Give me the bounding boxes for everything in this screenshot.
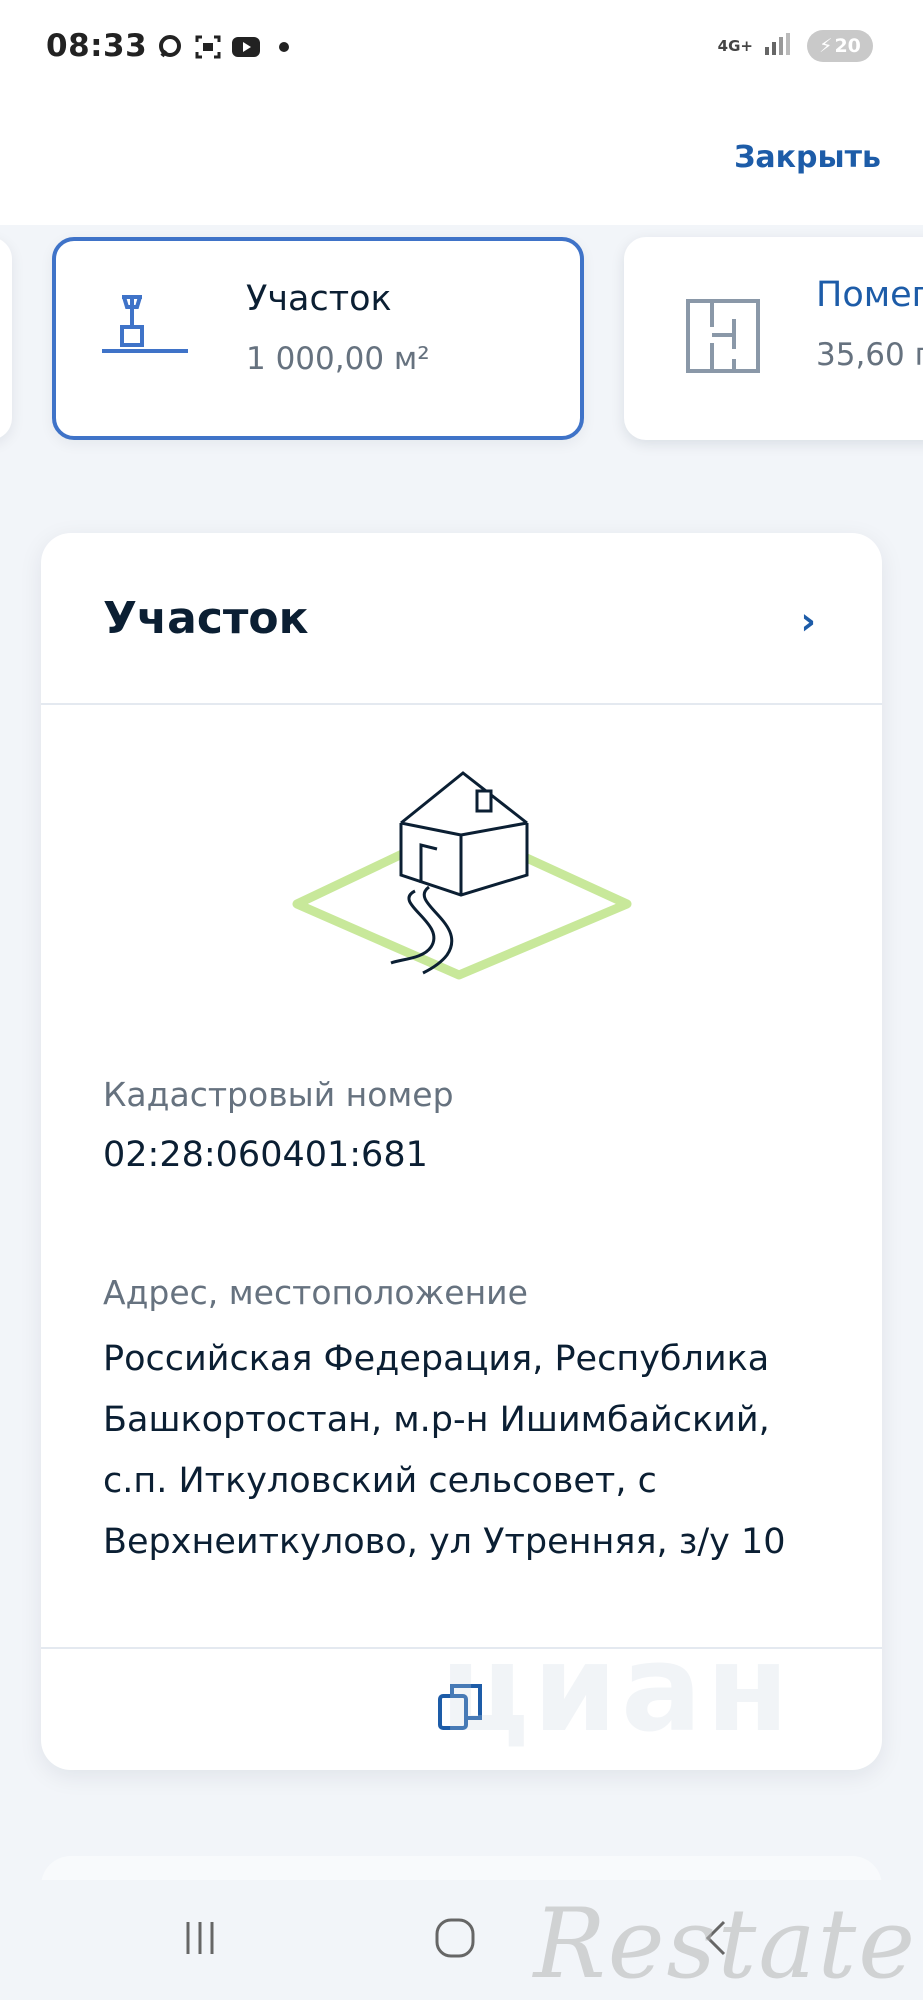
property-card-value: 35,60 г xyxy=(816,337,923,373)
chat-bubble-icon xyxy=(155,32,185,62)
property-card-title: Участок xyxy=(246,279,392,319)
status-bar: 08:33 4G+ ⚡ 20 xyxy=(0,0,923,100)
address-line: с.п. Иткуловский сельсовет, с xyxy=(103,1461,657,1501)
floor-plan-icon xyxy=(684,297,774,387)
close-button[interactable]: Закрыть xyxy=(734,140,881,175)
status-time: 08:33 xyxy=(46,28,148,64)
plot-shovel-icon xyxy=(100,289,190,379)
header: Закрыть xyxy=(0,100,923,225)
property-card-value: 1 000,00 м² xyxy=(246,341,430,377)
cadastral-number-label: Кадастровый номер xyxy=(103,1075,454,1114)
property-card-previous[interactable] xyxy=(0,237,12,440)
signal-icon xyxy=(763,31,797,61)
property-card-plot[interactable]: Участок 1 000,00 м² xyxy=(52,237,584,440)
status-notification-icons xyxy=(155,32,299,62)
network-type: 4G+ xyxy=(717,36,753,55)
property-cards-carousel[interactable]: Участок 1 000,00 м² Помег 35,60 г xyxy=(0,225,923,465)
recent-apps-button[interactable] xyxy=(165,1910,235,1970)
home-icon xyxy=(433,1916,477,1964)
property-card-title: Помег xyxy=(816,275,923,315)
status-right: 4G+ ⚡ 20 xyxy=(718,30,873,62)
address-line: Башкортостан, м.р-н Ишимбайский, xyxy=(103,1400,770,1440)
chevron-right-icon[interactable]: › xyxy=(800,599,816,643)
screenshot-icon xyxy=(193,32,223,62)
home-button[interactable] xyxy=(420,1910,490,1970)
address-value: Российская Федерация, Республика Башкорт… xyxy=(103,1329,786,1573)
notification-dot-icon xyxy=(269,32,299,62)
battery-level: 20 xyxy=(834,35,861,57)
recent-apps-icon xyxy=(180,1918,220,1962)
cian-watermark: циан xyxy=(440,1620,793,1759)
address-line: Верхнеиткулово, ул Утренняя, з/у 10 xyxy=(103,1522,786,1562)
address-label: Адрес, местоположение xyxy=(103,1273,528,1312)
address-line: Российская Федерация, Республика xyxy=(103,1339,770,1379)
property-card-premises[interactable]: Помег 35,60 г xyxy=(624,237,923,440)
plot-details-card: Участок › Кадастровый номер 02:28:060401… xyxy=(41,533,882,1770)
battery-indicator: ⚡ 20 xyxy=(807,30,873,62)
card-title: Участок xyxy=(103,593,309,644)
cadastral-number-value: 02:28:060401:681 xyxy=(103,1135,428,1175)
card-header[interactable]: Участок › xyxy=(41,533,882,705)
house-on-plot-illustration xyxy=(251,763,671,983)
restate-watermark: Restate xyxy=(533,1888,917,2000)
charging-bolt-icon: ⚡ xyxy=(819,35,833,57)
youtube-icon xyxy=(231,32,261,62)
